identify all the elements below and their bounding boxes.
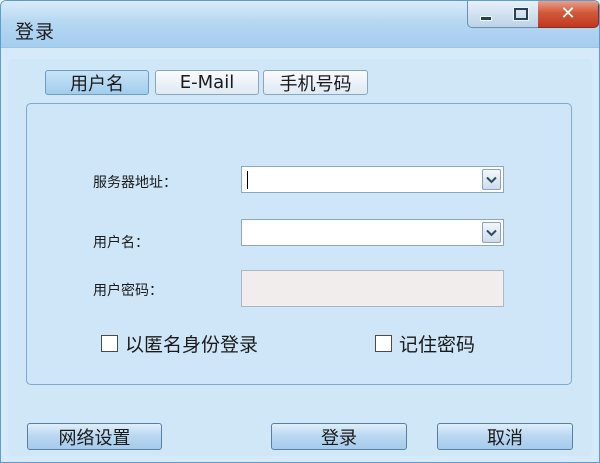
username-dropdown-button[interactable] (482, 222, 501, 243)
server-address-label: 服务器地址： (93, 175, 177, 191)
tab-username-label: 用户名 (70, 73, 124, 95)
username-combo[interactable] (241, 219, 504, 246)
server-address-combo[interactable] (241, 166, 504, 193)
minimize-icon (479, 15, 492, 21)
tab-email-label: E-Mail (179, 72, 235, 93)
title-bar[interactable]: 登录 ✕ (1, 1, 599, 48)
close-icon: ✕ (560, 3, 576, 24)
username-label: 用户名： (93, 235, 149, 251)
tab-phone-label: 手机号码 (279, 73, 352, 95)
maximize-button[interactable] (503, 1, 539, 28)
network-settings-label: 网络设置 (58, 427, 131, 449)
login-button[interactable]: 登录 (271, 423, 407, 450)
password-field[interactable] (241, 270, 504, 307)
close-button[interactable]: ✕ (538, 1, 599, 28)
server-dropdown-button[interactable] (482, 169, 501, 190)
anonymous-login-label[interactable]: 以匿名身份登录 (125, 330, 258, 357)
text-caret (247, 171, 248, 189)
password-label: 用户密码： (93, 283, 163, 299)
tab-email[interactable]: E-Mail (155, 70, 259, 95)
tab-username[interactable]: 用户名 (45, 70, 149, 95)
window-title: 登录 (15, 21, 56, 43)
anonymous-login-option[interactable]: 以匿名身份登录 (101, 330, 258, 357)
chevron-down-icon (486, 176, 497, 183)
login-button-label: 登录 (321, 427, 357, 449)
anonymous-login-checkbox[interactable] (101, 334, 118, 352)
remember-password-checkbox[interactable] (375, 334, 392, 352)
minimize-button[interactable] (467, 1, 504, 28)
chevron-down-icon (486, 229, 497, 236)
remember-password-option[interactable]: 记住密码 (375, 330, 475, 357)
cancel-button-label: 取消 (487, 427, 523, 449)
remember-password-label[interactable]: 记住密码 (399, 330, 475, 357)
maximize-icon (513, 8, 528, 20)
network-settings-button[interactable]: 网络设置 (27, 423, 162, 450)
tab-phone[interactable]: 手机号码 (263, 70, 368, 95)
cancel-button[interactable]: 取消 (437, 423, 573, 450)
